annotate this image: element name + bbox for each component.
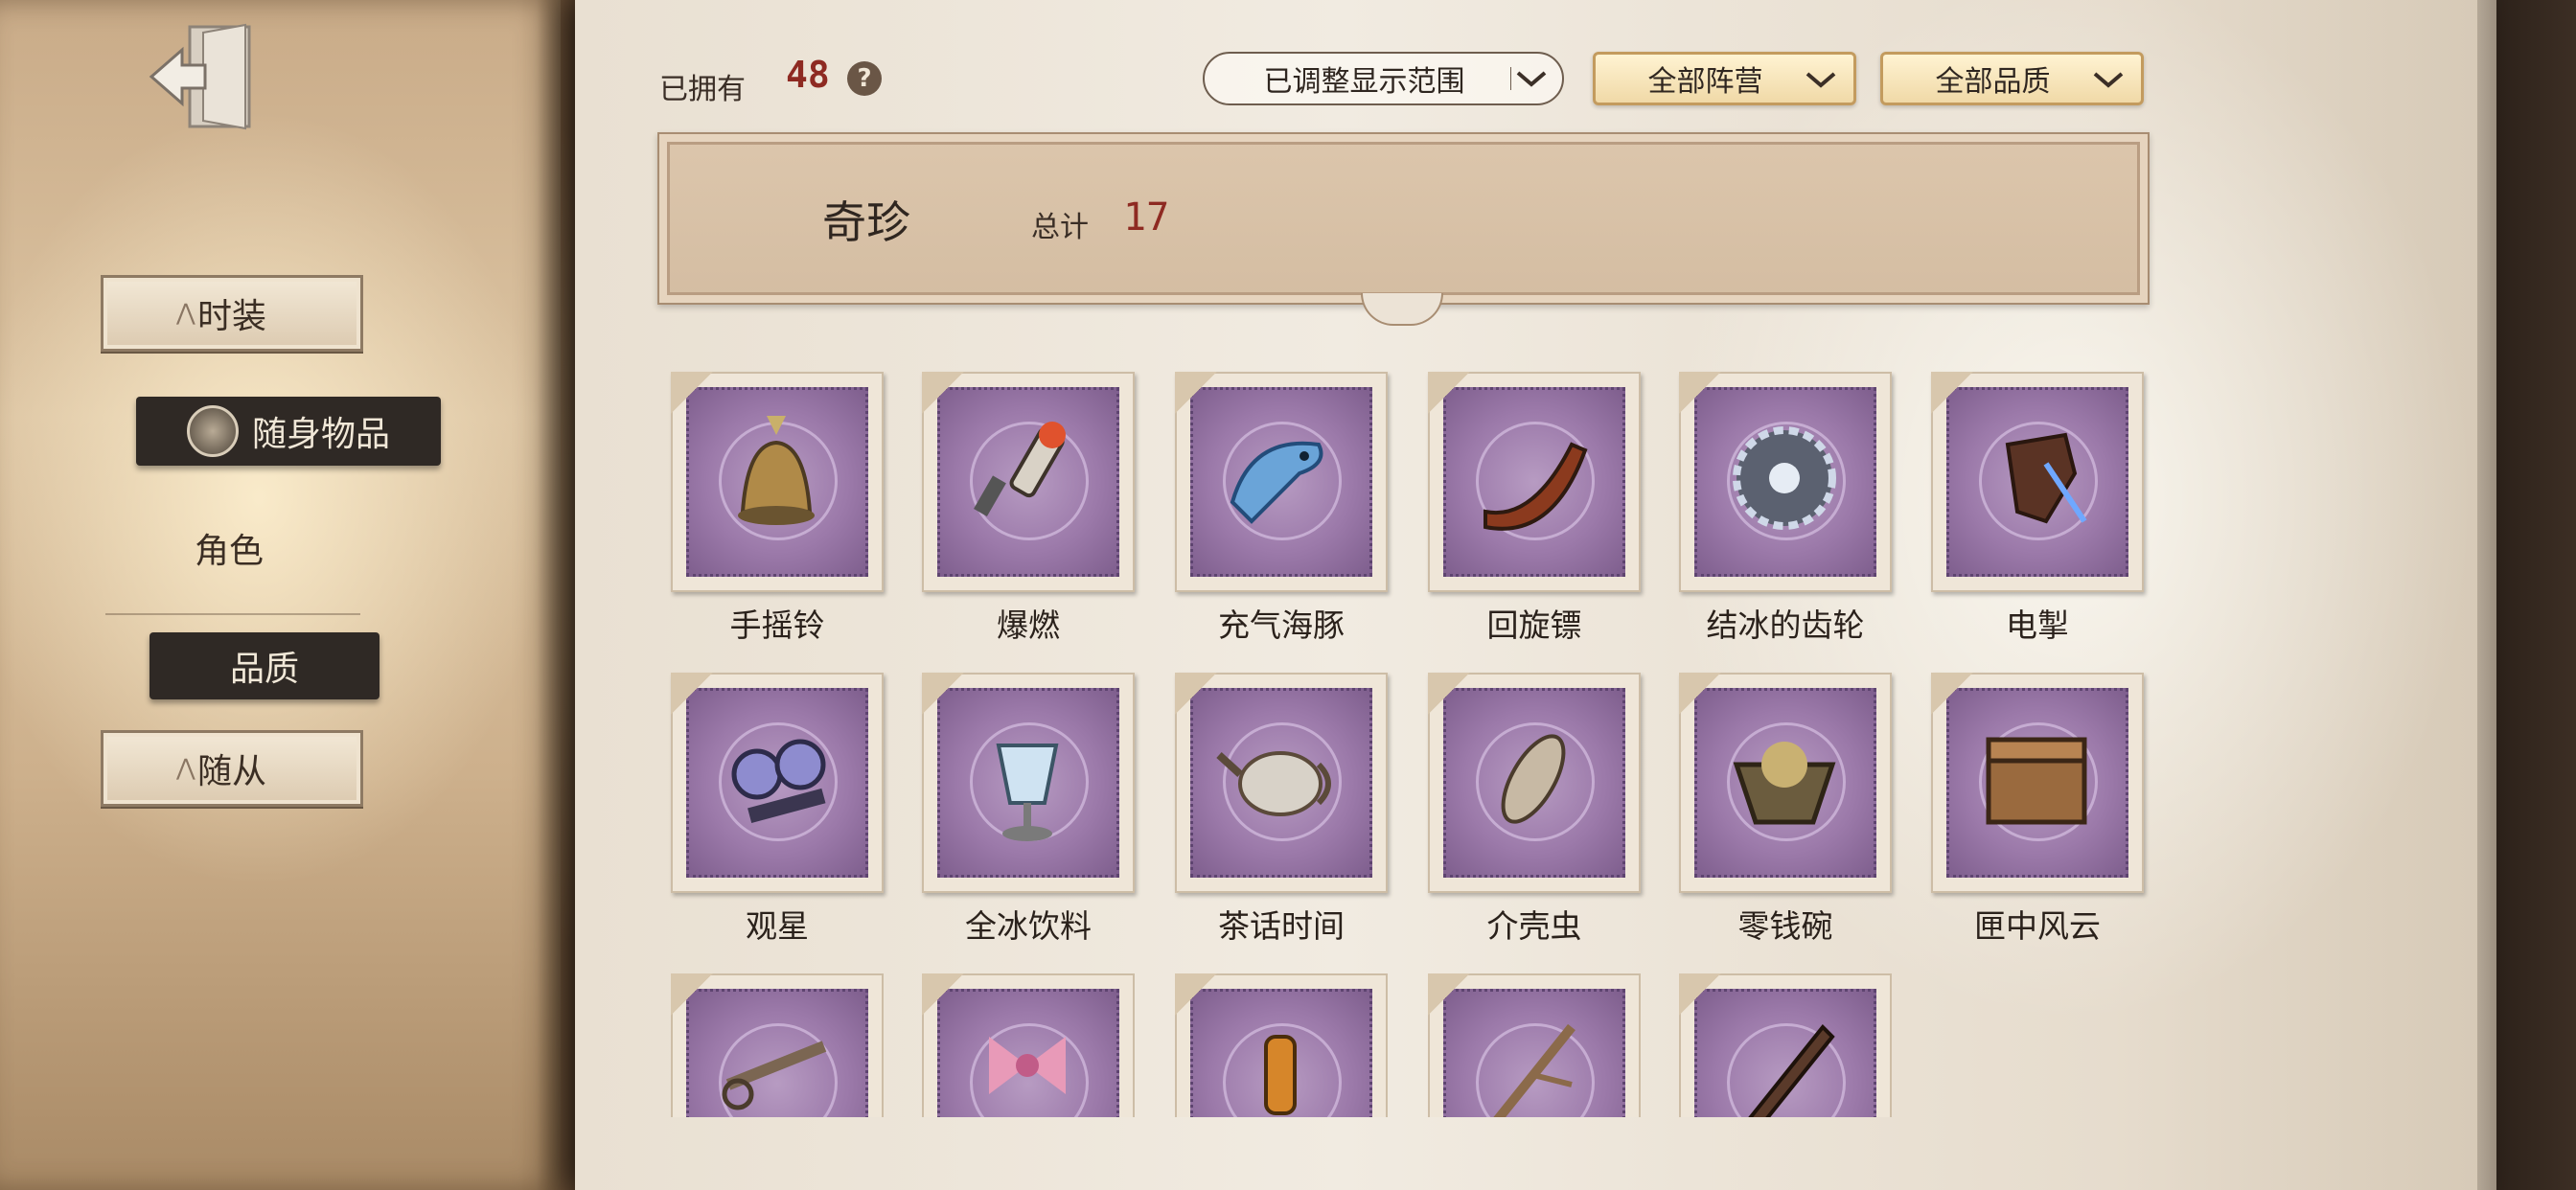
item-card[interactable] (1428, 973, 1641, 1117)
item-label: 手摇铃 (729, 606, 825, 644)
electric-glove-icon (2005, 432, 2087, 524)
stamp-corner (671, 673, 713, 715)
category-total-count: 17 (1123, 195, 1170, 240)
stamp-corner (1428, 673, 1470, 715)
page-edge-shadow (2477, 0, 2576, 1190)
item-card[interactable]: 茶话时间 (1175, 673, 1388, 945)
item-label: 观星 (746, 907, 809, 945)
blade-icon (1748, 1024, 1835, 1117)
item-label: 零钱碗 (1737, 907, 1833, 945)
dropdown-label: 已调整显示范围 (1263, 65, 1465, 99)
item-label: 介壳虫 (1486, 907, 1582, 945)
stamp-corner (1428, 973, 1470, 1016)
binoculars-icon (731, 739, 826, 823)
item-card[interactable]: 零钱碗 (1679, 673, 1892, 945)
stamp-corner (1679, 973, 1721, 1016)
chevron-down-icon (1510, 67, 1547, 90)
stamp-corner (922, 673, 964, 715)
stamp-corner (671, 973, 713, 1016)
stamp-corner (1428, 372, 1470, 414)
item-card[interactable] (1175, 973, 1388, 1117)
sidebar-item-label: 品质 (229, 650, 299, 689)
boomerang-icon (1484, 442, 1588, 531)
item-card[interactable]: 电掣 (1931, 372, 2144, 644)
stamp-corner (1679, 372, 1721, 414)
owned-label: 已拥有 (659, 73, 746, 106)
scissors-icon (722, 1041, 827, 1110)
thin-arrow-icon: ⋀ (176, 754, 196, 781)
ice-drink-icon (996, 744, 1059, 841)
item-card[interactable] (922, 973, 1135, 1117)
stamp-corner (1931, 673, 1973, 715)
stamp-corner (922, 372, 964, 414)
sidebar-item-label: 随身物品 (251, 415, 390, 454)
item-label: 匣中风云 (1974, 907, 2101, 945)
sidebar-item-label: 时装 (196, 297, 266, 336)
stamp-corner (1931, 372, 1973, 414)
item-card[interactable]: 手摇铃 (671, 372, 884, 644)
category-title: 奇珍 (822, 196, 910, 248)
dropdown-label: 全部品质 (1935, 65, 2051, 99)
teapot-icon (1216, 751, 1331, 816)
spark-plug-icon (974, 422, 1066, 516)
item-label: 电掣 (2006, 606, 2069, 644)
item-card[interactable]: 充气海豚 (1175, 372, 1388, 644)
treasure-box-icon (1986, 737, 2087, 825)
item-card[interactable]: 全冰饮料 (922, 673, 1135, 945)
bow-gift-icon (989, 1037, 1066, 1094)
sidebar-item-fashion[interactable]: ⋀ 时装 (101, 275, 363, 352)
sidebar-item-quality[interactable]: 品质 (150, 632, 380, 699)
item-label: 茶话时间 (1218, 907, 1345, 945)
stamp-corner (922, 973, 964, 1016)
question-mark-icon[interactable]: ? (847, 61, 882, 96)
item-label: 结冰的齿轮 (1706, 606, 1865, 644)
item-label: 爆燃 (997, 606, 1060, 644)
category-total-label: 总计 (1031, 211, 1089, 244)
display-range-dropdown[interactable]: 已调整显示范围 (1203, 52, 1564, 105)
branch-icon (1493, 1023, 1576, 1117)
owned-count: 48 (786, 54, 830, 96)
item-card[interactable] (671, 973, 884, 1117)
insect-icon (1501, 734, 1566, 824)
hand-bell-icon (738, 416, 815, 525)
bottle-icon (1264, 1035, 1297, 1115)
stamp-corner (671, 372, 713, 414)
stamp-corner (1175, 673, 1217, 715)
sidebar-item-accessories[interactable]: 随身物品 (136, 397, 441, 466)
stamp-corner (1175, 973, 1217, 1016)
sidebar-item-companion[interactable]: ⋀ 随从 (101, 730, 363, 807)
stamp-corner (1679, 673, 1721, 715)
item-card[interactable]: 观星 (671, 673, 884, 945)
sidebar-item-label: 角色 (194, 532, 264, 571)
shield-emblem-icon (186, 405, 239, 457)
inflatable-dolphin-icon (1230, 441, 1323, 524)
item-label: 回旋镖 (1486, 606, 1582, 644)
chevron-down-icon (1806, 72, 1836, 88)
dropdown-label: 全部阵营 (1647, 65, 1763, 99)
sidebar-item-label: 随从 (196, 752, 266, 791)
sidebar-item-character[interactable]: 角色 (101, 513, 357, 584)
item-card[interactable]: 回旋镖 (1428, 372, 1641, 644)
game-scene: ⋀ 时装 随身物品 角色 品质 ⋀ 随从 已拥有 48 ? 已调整显示范围 全部… (0, 0, 2576, 1190)
sidebar-edge-shadow (537, 0, 575, 1190)
item-card[interactable]: 爆燃 (922, 372, 1135, 644)
coin-bowl-icon (1733, 742, 1836, 825)
faction-filter-dropdown[interactable]: 全部阵营 (1593, 52, 1856, 105)
left-sidebar (0, 0, 561, 1190)
item-card[interactable]: 匣中风云 (1931, 673, 2144, 945)
item-card[interactable]: 结冰的齿轮 (1679, 372, 1892, 644)
item-label: 充气海豚 (1218, 606, 1345, 644)
chevron-down-icon (2093, 72, 2124, 88)
frozen-gear-icon (1733, 426, 1836, 530)
item-label: 全冰饮料 (965, 907, 1092, 945)
stamp-corner (1175, 372, 1217, 414)
exit-door-icon[interactable] (146, 21, 259, 134)
thin-arrow-icon: ⋀ (176, 299, 196, 326)
item-card[interactable]: 介壳虫 (1428, 673, 1641, 945)
sidebar-divider (105, 613, 360, 615)
quality-filter-dropdown[interactable]: 全部品质 (1880, 52, 2144, 105)
item-card[interactable] (1679, 973, 1892, 1117)
